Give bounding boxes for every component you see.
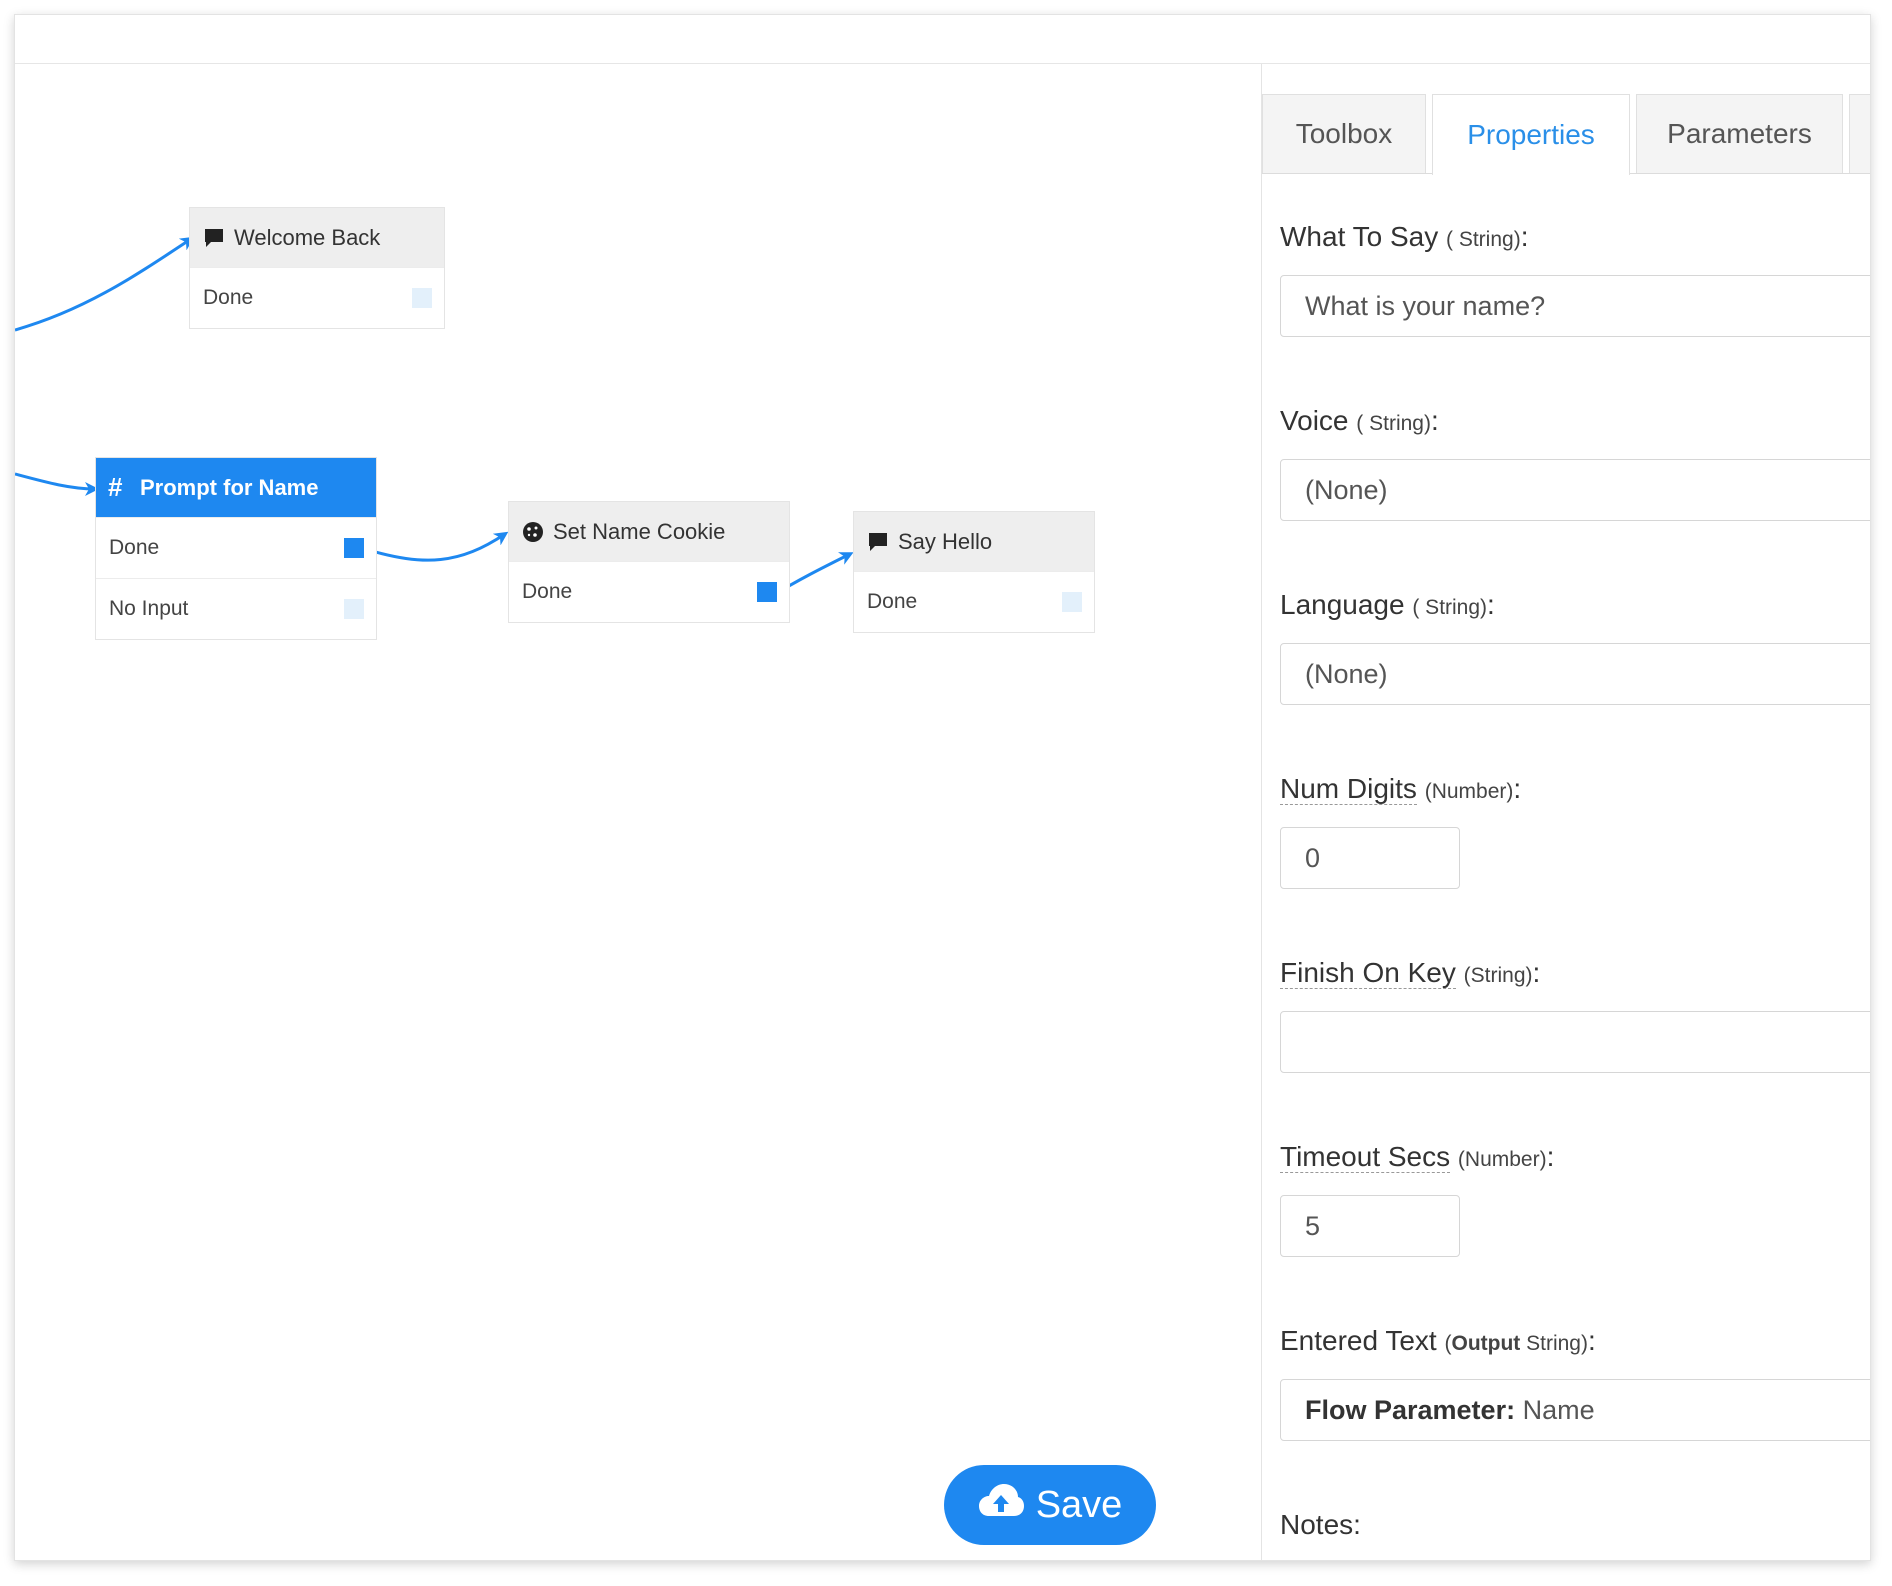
node-header[interactable]: # Prompt for Name [96, 458, 376, 517]
entered-text-label: Entered Text (Output String): [1280, 1325, 1596, 1356]
output-port[interactable] [344, 538, 364, 558]
panel-tabs: Toolbox Properties Parameters [1262, 94, 1870, 175]
language-select[interactable]: (None) [1280, 643, 1870, 705]
properties-panel: Toolbox Properties Parameters What To Sa… [1261, 64, 1870, 1560]
num-digits-field[interactable]: 0 [1280, 827, 1460, 889]
output-label: Done [203, 286, 254, 309]
node-title: Welcome Back [234, 224, 381, 250]
finish-on-key-field[interactable] [1280, 1011, 1870, 1073]
node-header[interactable]: Say Hello [854, 512, 1094, 571]
hash-icon: # [108, 472, 123, 502]
flow-parameter-value: Name [1522, 1394, 1595, 1425]
node-say-hello[interactable]: Say Hello Done [853, 511, 1095, 633]
node-output-row: Done [96, 517, 376, 578]
what-to-say-field[interactable]: What is your name? [1280, 275, 1870, 337]
node-title: Prompt for Name [140, 474, 319, 500]
tab-toolbox[interactable]: Toolbox [1262, 94, 1426, 173]
save-label: Save [1035, 1483, 1123, 1526]
flow-parameter-prefix: Flow Parameter: [1305, 1394, 1516, 1425]
output-label: Done [522, 580, 573, 603]
tab-properties[interactable]: Properties [1432, 94, 1630, 175]
node-header[interactable]: Welcome Back [190, 208, 444, 267]
output-port[interactable] [344, 599, 364, 619]
node-output-row: Done [509, 561, 789, 622]
node-set-name-cookie[interactable]: Set Name Cookie Done [508, 501, 790, 623]
tab-overflow[interactable] [1849, 94, 1870, 173]
speech-bubble-icon [866, 530, 890, 554]
wire-to-welcome-back [15, 236, 195, 332]
wire-to-prompt-for-name [15, 472, 99, 496]
cloud-upload-icon [978, 1483, 1024, 1527]
tab-parameters[interactable]: Parameters [1636, 94, 1843, 173]
save-button[interactable]: Save [944, 1465, 1156, 1545]
output-port[interactable] [1062, 592, 1082, 612]
language-label: Language ( String): [1280, 589, 1495, 620]
timeout-secs-field[interactable]: 5 [1280, 1195, 1460, 1257]
node-prompt-for-name[interactable]: # Prompt for Name Done No Input [95, 457, 377, 640]
notes-label: Notes: [1280, 1509, 1361, 1540]
app-frame: Welcome Back Done # Prompt for Name Done… [14, 14, 1871, 1561]
cookie-icon [521, 520, 545, 544]
node-output-row: Done [190, 267, 444, 328]
node-header[interactable]: Set Name Cookie [509, 502, 789, 561]
finish-on-key-label: Finish On Key (String): [1280, 957, 1541, 989]
entered-text-field[interactable]: Flow Parameter: Name [1280, 1379, 1870, 1441]
node-welcome-back[interactable]: Welcome Back Done [189, 207, 445, 329]
node-output-row: No Input [96, 578, 376, 639]
num-digits-label: Num Digits (Number): [1280, 773, 1522, 805]
flow-canvas[interactable]: Welcome Back Done # Prompt for Name Done… [15, 64, 1261, 1560]
top-bar [15, 15, 1870, 64]
wire-prompt-to-cookie [364, 531, 509, 562]
output-label: Done [867, 590, 918, 613]
node-title: Set Name Cookie [553, 518, 726, 544]
node-title: Say Hello [898, 528, 993, 554]
speech-bubble-icon [202, 226, 226, 250]
output-port[interactable] [757, 582, 777, 602]
node-output-row: Done [854, 571, 1094, 632]
timeout-secs-label: Timeout Secs (Number): [1280, 1141, 1555, 1173]
voice-select[interactable]: (None) [1280, 459, 1870, 521]
what-to-say-label: What To Say ( String): [1280, 221, 1529, 252]
output-label: No Input [109, 597, 189, 620]
voice-label: Voice ( String): [1280, 405, 1439, 436]
output-port[interactable] [412, 288, 432, 308]
output-label: Done [109, 536, 160, 559]
